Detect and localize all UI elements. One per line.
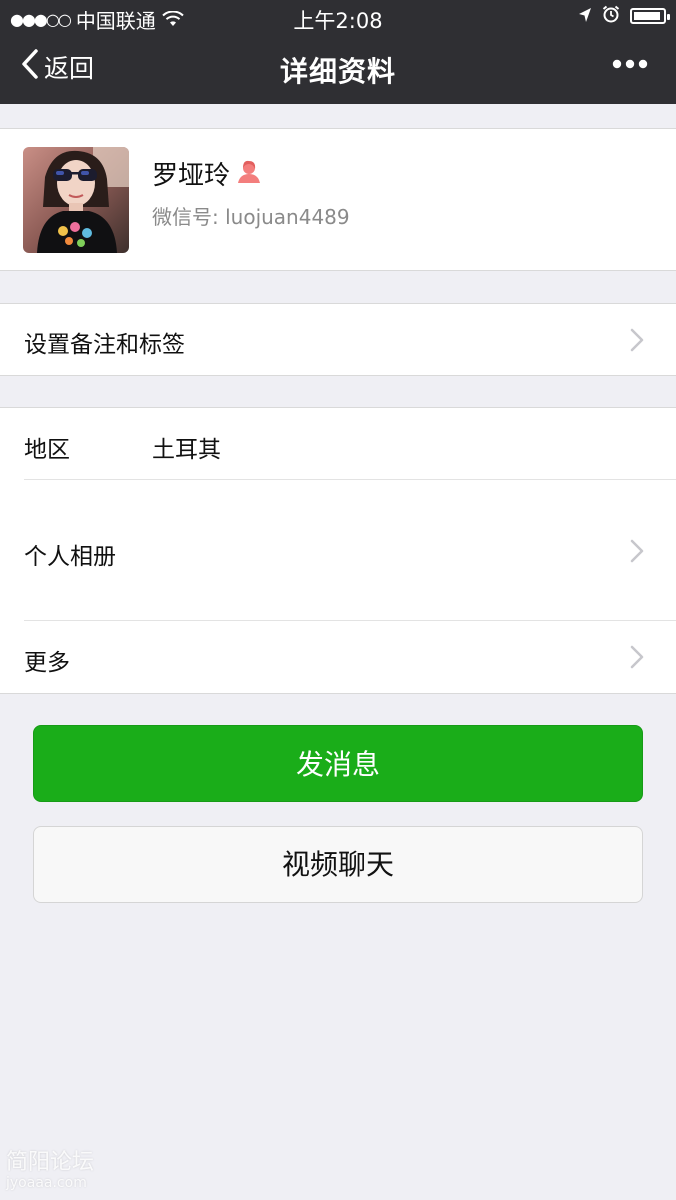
region-value: 土耳其 <box>152 437 221 463</box>
remark-tags-label: 设置备注和标签 <box>24 332 185 358</box>
profile-card: 罗垭玲 微信号: luojuan4489 <box>0 128 676 271</box>
avatar[interactable] <box>23 147 129 253</box>
contact-name: 罗垭玲 <box>152 161 231 191</box>
remark-tags-row[interactable]: 设置备注和标签 <box>0 303 676 376</box>
status-right <box>578 4 670 28</box>
female-icon <box>236 159 262 189</box>
battery-icon <box>630 8 670 24</box>
video-chat-button[interactable]: 视频聊天 <box>33 826 643 903</box>
chevron-right-icon <box>630 645 644 673</box>
status-bar: ●●●○○ 中国联通 上午2:08 <box>0 0 676 34</box>
watermark-text: 简阳论坛 <box>6 1150 95 1175</box>
page-title: 详细资料 <box>279 55 396 88</box>
wechat-id: 微信号: luojuan4489 <box>152 205 350 229</box>
region-label: 地区 <box>24 437 70 463</box>
send-message-button[interactable]: 发消息 <box>33 725 643 802</box>
album-row[interactable]: 个人相册 <box>0 480 676 620</box>
watermark: 简阳论坛 jyoaaa.com <box>6 1150 94 1190</box>
chevron-right-icon <box>630 539 644 567</box>
status-time: 上午2:08 <box>293 9 383 33</box>
top-bar: ●●●○○ 中国联通 上午2:08 返回 详细资料 <box>0 0 676 104</box>
alarm-clock-icon <box>602 4 620 28</box>
more-row[interactable]: 更多 <box>0 621 676 693</box>
location-arrow-icon <box>578 4 592 28</box>
name-row: 罗垭玲 <box>152 155 262 192</box>
nav-bar: 返回 详细资料 <box>0 34 676 104</box>
details-group: 地区 土耳其 个人相册 更多 <box>0 407 676 694</box>
chevron-right-icon <box>630 328 644 356</box>
more-dots-icon[interactable] <box>612 54 648 73</box>
watermark-url: jyoaaa.com <box>6 1175 87 1191</box>
album-label: 个人相册 <box>24 544 116 570</box>
more-label: 更多 <box>24 650 70 676</box>
